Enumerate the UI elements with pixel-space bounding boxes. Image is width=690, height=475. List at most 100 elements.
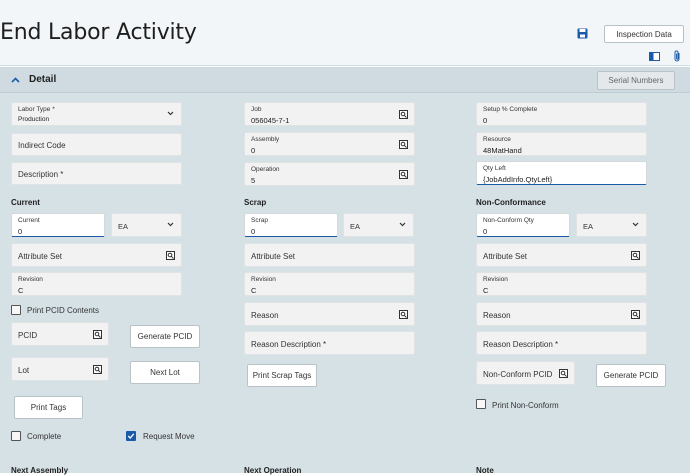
- current-qty-label: Current: [18, 217, 40, 224]
- resource-label: Resource: [483, 136, 511, 143]
- complete-checkbox[interactable]: [11, 431, 21, 441]
- next-lot-button[interactable]: Next Lot: [130, 361, 200, 384]
- resource-value: 48MatHand: [483, 146, 522, 155]
- nonconform-pcid-placeholder: Non-Conform PCID: [483, 370, 553, 379]
- checkmark-icon: [127, 433, 135, 439]
- pcid-field[interactable]: PCID: [11, 322, 109, 346]
- job-label: Job: [251, 106, 262, 113]
- search-icon[interactable]: [399, 310, 408, 319]
- panel-icon[interactable]: [648, 50, 661, 62]
- print-tags-button[interactable]: Print Tags: [14, 396, 83, 419]
- current-qty-field[interactable]: Current 0: [11, 213, 105, 237]
- nonconform-reason-placeholder: Reason: [483, 311, 511, 320]
- resource-field[interactable]: Resource 48MatHand: [476, 132, 647, 156]
- search-icon[interactable]: [93, 365, 102, 374]
- indirect-code-placeholder: Indirect Code: [18, 141, 66, 150]
- qty-left-label: Qty Left: [483, 165, 506, 172]
- operation-field[interactable]: Operation 5: [244, 162, 415, 186]
- setup-complete-label: Setup % Complete: [483, 106, 538, 113]
- inspection-data-button[interactable]: Inspection Data: [604, 25, 684, 43]
- scrap-reason-description-field[interactable]: Reason Description *: [244, 331, 415, 355]
- nonconform-reason-field[interactable]: Reason: [476, 302, 647, 326]
- nonconform-revision-value: C: [483, 286, 489, 295]
- nonconform-uom-select[interactable]: EA: [576, 213, 647, 237]
- description-placeholder: Description *: [18, 170, 64, 179]
- current-attribute-set-field[interactable]: Attribute Set: [11, 243, 182, 267]
- scrap-reason-field[interactable]: Reason: [244, 302, 415, 326]
- generate-pcid-button[interactable]: Generate PCID: [130, 325, 200, 348]
- chevron-down-icon: [167, 222, 174, 227]
- nonconform-generate-pcid-button[interactable]: Generate PCID: [596, 364, 666, 387]
- paperclip-icon[interactable]: [671, 49, 683, 62]
- nonconform-revision-field[interactable]: Revision C: [476, 272, 647, 296]
- search-icon[interactable]: [631, 310, 640, 319]
- current-uom-select[interactable]: EA: [111, 213, 182, 237]
- save-icon[interactable]: [576, 27, 589, 40]
- current-heading: Current: [11, 198, 40, 207]
- operation-label: Operation: [251, 166, 280, 173]
- serial-numbers-button[interactable]: Serial Numbers: [597, 71, 675, 90]
- search-icon[interactable]: [631, 251, 640, 260]
- pcid-placeholder: PCID: [18, 331, 38, 340]
- scrap-uom-select[interactable]: EA: [343, 213, 414, 237]
- assembly-label: Assembly: [251, 136, 280, 143]
- current-revision-value: C: [18, 286, 24, 295]
- qty-left-field[interactable]: Qty Left {JobAddInfo.QtyLeft}: [476, 161, 647, 185]
- current-revision-label: Revision: [18, 276, 43, 283]
- current-revision-field[interactable]: Revision C: [11, 272, 182, 296]
- assembly-field[interactable]: Assembly 0: [244, 132, 415, 156]
- scrap-revision-label: Revision: [251, 276, 276, 283]
- request-move-label: Request Move: [143, 432, 195, 441]
- indirect-code-field[interactable]: Indirect Code: [11, 133, 182, 156]
- detail-title: Detail: [29, 74, 57, 85]
- operation-value: 5: [251, 176, 256, 185]
- scrap-uom-value: EA: [350, 222, 361, 231]
- print-pcid-label: Print PCID Contents: [27, 306, 100, 315]
- next-assembly-label: Next Assembly: [11, 466, 69, 475]
- nonconform-qty-label: Non-Conform Qty: [483, 217, 534, 224]
- lot-field[interactable]: Lot: [11, 357, 109, 381]
- nonconform-attribute-set-placeholder: Attribute Set: [483, 252, 528, 261]
- search-icon[interactable]: [399, 110, 408, 119]
- nonconformance-heading: Non-Conformance: [476, 198, 546, 207]
- qty-left-value: {JobAddInfo.QtyLeft}: [483, 175, 553, 184]
- search-icon[interactable]: [93, 330, 102, 339]
- print-scrap-tags-button[interactable]: Print Scrap Tags: [247, 364, 317, 387]
- setup-complete-field[interactable]: Setup % Complete 0: [476, 102, 647, 126]
- current-attribute-set-placeholder: Attribute Set: [18, 252, 63, 261]
- search-icon[interactable]: [166, 251, 175, 260]
- scrap-heading: Scrap: [244, 198, 267, 207]
- nonconform-revision-label: Revision: [483, 276, 508, 283]
- chevron-down-icon: [632, 222, 639, 227]
- request-move-checkbox[interactable]: [126, 431, 136, 441]
- nonconform-qty-field[interactable]: Non-Conform Qty 0: [476, 213, 570, 237]
- setup-complete-value: 0: [483, 116, 488, 125]
- search-icon[interactable]: [399, 140, 408, 149]
- nonconform-reason-description-field[interactable]: Reason Description *: [476, 331, 647, 355]
- chevron-down-icon: [167, 111, 174, 116]
- description-field[interactable]: Description *: [11, 162, 182, 185]
- print-nonconform-checkbox[interactable]: [476, 399, 486, 409]
- nonconform-attribute-set-field[interactable]: Attribute Set: [476, 243, 647, 267]
- scrap-attribute-set-placeholder: Attribute Set: [251, 252, 296, 261]
- scrap-attribute-set-field[interactable]: Attribute Set: [244, 243, 415, 267]
- scrap-qty-value: 0: [251, 227, 256, 236]
- page-title: End Labor Activity: [0, 20, 197, 45]
- labor-type-select[interactable]: Labor Type * Production: [11, 102, 182, 126]
- labor-type-value: Production: [18, 116, 50, 123]
- scrap-revision-value: C: [251, 286, 257, 295]
- complete-label: Complete: [27, 432, 62, 441]
- content-area: [0, 67, 690, 473]
- print-pcid-checkbox[interactable]: [11, 305, 21, 315]
- job-field[interactable]: Job 056045-7-1: [244, 102, 415, 126]
- detail-section-header[interactable]: [0, 67, 690, 93]
- search-icon[interactable]: [399, 170, 408, 179]
- scrap-revision-field[interactable]: Revision C: [244, 272, 415, 296]
- nonconform-qty-value: 0: [483, 227, 488, 236]
- nonconform-pcid-field[interactable]: Non-Conform PCID: [476, 361, 575, 385]
- scrap-qty-field[interactable]: Scrap 0: [244, 213, 338, 237]
- chevron-up-icon[interactable]: [9, 75, 21, 85]
- nonconform-reason-description-placeholder: Reason Description *: [483, 340, 559, 349]
- search-icon[interactable]: [559, 369, 568, 378]
- labor-type-label: Labor Type *: [18, 106, 55, 113]
